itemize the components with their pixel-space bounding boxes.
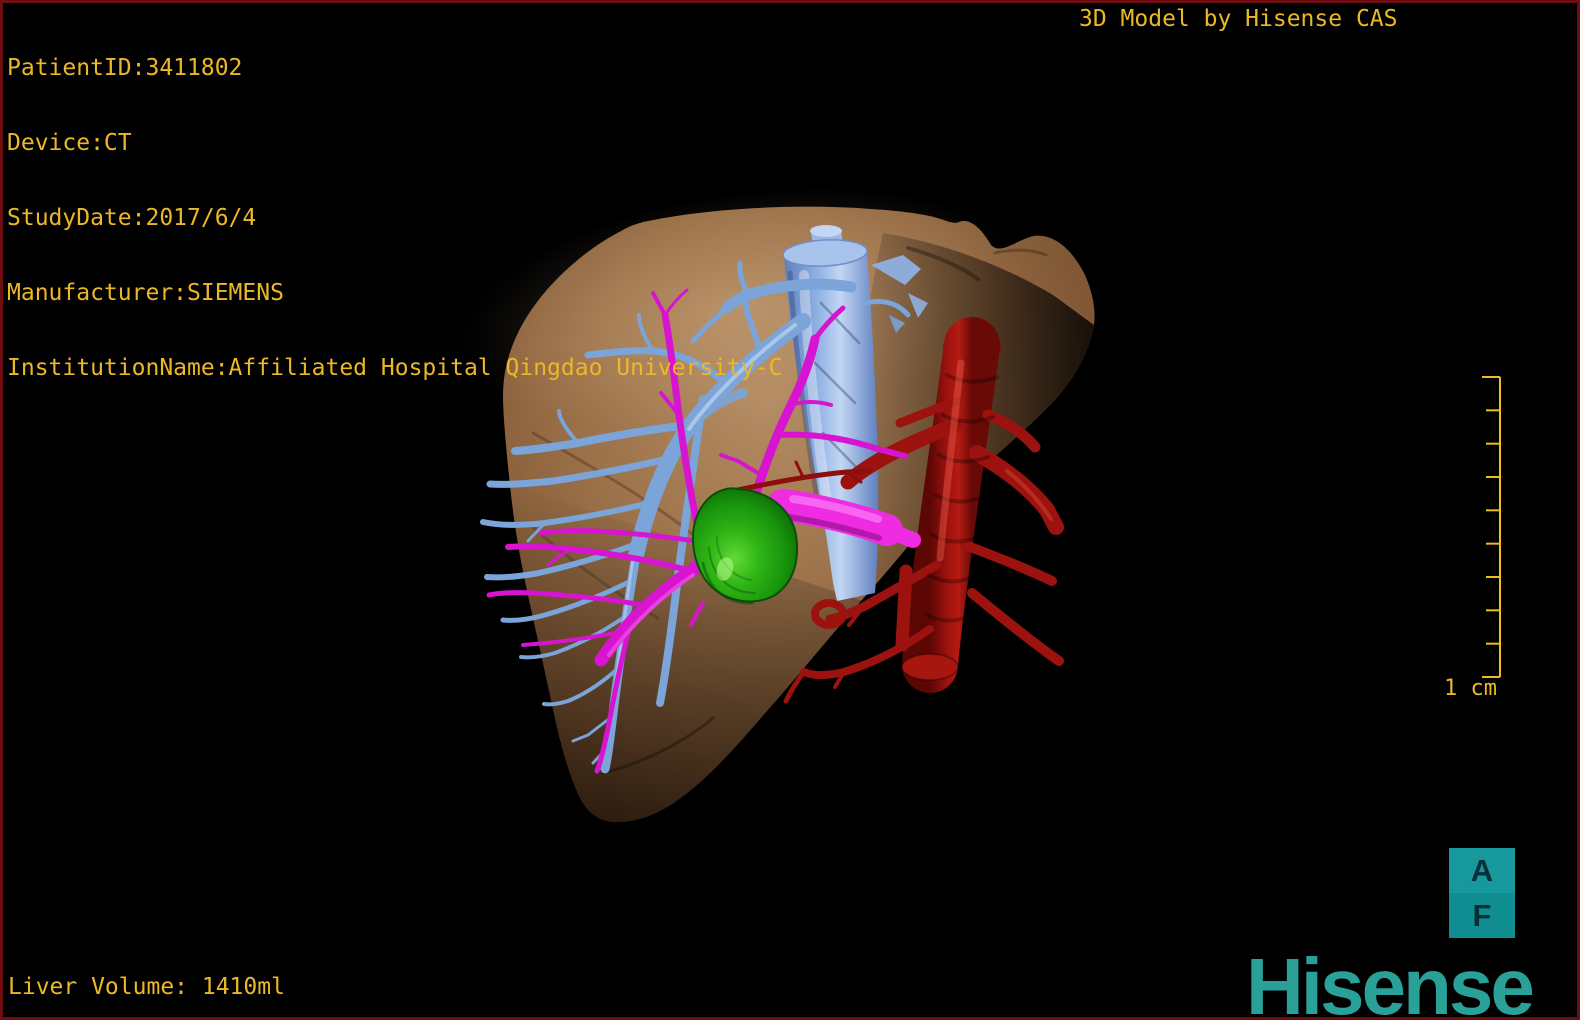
patient-id-line: PatientID:3411802	[7, 55, 243, 81]
scale-bar-label: 1 cm	[1444, 676, 1497, 701]
study-date-line: StudyDate:2017/6/4	[7, 205, 257, 231]
institution-line: InstitutionName:Affiliated Hospital Qing…	[7, 355, 783, 381]
watermark-text: 3D Model by Hisense CAS	[1079, 6, 1398, 32]
app-window: PatientID:3411802 Device:CT StudyDate:20…	[0, 0, 1580, 1020]
orientation-marker[interactable]: A F	[1449, 848, 1515, 938]
scale-bar	[1482, 376, 1501, 678]
device-line: Device:CT	[7, 130, 132, 156]
manufacturer-line: Manufacturer:SIEMENS	[7, 280, 284, 306]
hisense-logo: Hisense	[1246, 942, 1535, 1020]
liver-volume-text: Liver Volume: 1410ml	[8, 974, 285, 1000]
orientation-foot: F	[1449, 893, 1515, 938]
orientation-anterior: A	[1449, 848, 1515, 893]
patient-info: PatientID:3411802 Device:CT StudyDate:20…	[7, 6, 782, 431]
scale-bar-ticks	[1482, 376, 1500, 678]
